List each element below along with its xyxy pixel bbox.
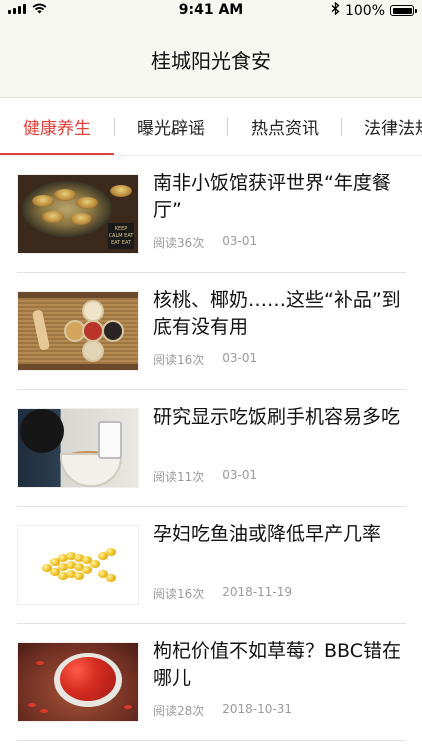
article-body: 孕妇吃鱼油或降低早产几率 阅读16次 2018-11-19 (153, 523, 406, 623)
battery-icon (390, 5, 417, 16)
article-title: 研究显示吃饭刷手机容易多吃 (153, 406, 401, 428)
article-title: 南非小饭馆获评世界“年度餐厅” (153, 172, 391, 221)
read-count: 阅读16次 (153, 353, 205, 367)
tab-active-indicator (0, 153, 114, 155)
tab-label: 热点资讯 (251, 119, 319, 139)
article-thumbnail: KEEP CALM EAT EAT EAT (17, 174, 139, 254)
article-thumbnail (17, 408, 139, 488)
publish-date: 2018-10-31 (222, 702, 293, 716)
tab-label: 健康养生 (23, 119, 91, 139)
status-right: 100% (331, 1, 417, 19)
publish-date: 2018-11-19 (222, 585, 293, 599)
bluetooth-icon (331, 1, 340, 19)
article-title: 枸杞价值不如草莓？BBC错在哪儿 (153, 640, 402, 689)
article-meta: 阅读36次 03-01 (153, 234, 406, 251)
publish-date: 03-01 (222, 351, 258, 365)
read-count: 阅读11次 (153, 470, 205, 484)
category-tabs: 健康养生 曝光辟谣 热点资讯 法律法规 (0, 98, 422, 156)
read-count: 阅读16次 (153, 587, 205, 601)
article-title: 孕妇吃鱼油或降低早产几率 (153, 523, 382, 545)
article-meta: 阅读11次 03-01 (153, 468, 406, 485)
read-count: 阅读28次 (153, 704, 205, 718)
tab-hot-news[interactable]: 热点资讯 (228, 98, 342, 155)
article-title: 核桃、椰奶……这些“补品”到底有没有用 (153, 289, 401, 338)
list-item[interactable]: KEEP CALM EAT EAT EAT 南非小饭馆获评世界“年度餐厅” 阅读… (17, 156, 406, 273)
tab-health[interactable]: 健康养生 (0, 98, 114, 155)
app-screen: 9:41 AM 100% 桂城阳光食安 健康养生 曝光辟谣 热点资讯 法律法 K… (0, 0, 422, 750)
article-meta: 阅读28次 2018-10-31 (153, 702, 406, 719)
tab-divider (114, 118, 115, 136)
list-item[interactable]: 枸杞价值不如草莓？BBC错在哪儿 阅读28次 2018-10-31 (17, 624, 406, 741)
publish-date: 03-01 (222, 468, 258, 482)
article-body: 研究显示吃饭刷手机容易多吃 阅读11次 03-01 (153, 406, 406, 506)
tab-laws[interactable]: 法律法规 (342, 98, 422, 155)
thumbnail-caption: KEEP CALM EAT EAT EAT (108, 223, 134, 249)
read-count: 阅读36次 (153, 236, 205, 250)
page-title: 桂城阳光食安 (151, 49, 271, 73)
tab-label: 曝光辟谣 (137, 119, 205, 139)
list-item[interactable]: 核桃、椰奶……这些“补品”到底有没有用 阅读16次 03-01 (17, 273, 406, 390)
tab-exposure[interactable]: 曝光辟谣 (114, 98, 228, 155)
article-meta: 阅读16次 2018-11-19 (153, 585, 406, 602)
article-thumbnail (17, 525, 139, 605)
navigation-bar: 桂城阳光食安 (0, 20, 422, 98)
article-meta: 阅读16次 03-01 (153, 351, 406, 368)
article-list: KEEP CALM EAT EAT EAT 南非小饭馆获评世界“年度餐厅” 阅读… (0, 156, 422, 741)
article-thumbnail (17, 642, 139, 722)
status-bar: 9:41 AM 100% (0, 0, 422, 20)
battery-fill (392, 7, 412, 14)
list-item[interactable]: 孕妇吃鱼油或降低早产几率 阅读16次 2018-11-19 (17, 507, 406, 624)
list-item[interactable]: 研究显示吃饭刷手机容易多吃 阅读11次 03-01 (17, 390, 406, 507)
article-body: 核桃、椰奶……这些“补品”到底有没有用 阅读16次 03-01 (153, 289, 406, 389)
article-body: 枸杞价值不如草莓？BBC错在哪儿 阅读28次 2018-10-31 (153, 640, 406, 740)
battery-percent: 100% (344, 2, 385, 19)
publish-date: 03-01 (222, 234, 258, 248)
tab-label: 法律法规 (364, 119, 422, 139)
article-body: 南非小饭馆获评世界“年度餐厅” 阅读36次 03-01 (153, 172, 406, 272)
article-thumbnail (17, 291, 139, 371)
